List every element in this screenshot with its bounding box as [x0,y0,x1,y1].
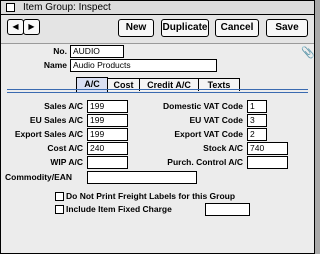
next-record-button[interactable]: ▶ [23,19,40,35]
domestic-vat-code-field[interactable]: 1 [247,100,267,113]
form-area: No. AUDIO Name Audio Products 📎 A/C Cost… [1,44,314,253]
stock-ac-field[interactable]: 740 [247,142,288,155]
name-field[interactable]: Audio Products [70,59,217,72]
cancel-button[interactable]: Cancel [215,19,259,37]
include-fixed-charge-label: Include Item Fixed Charge [66,204,172,214]
export-vat-code-field[interactable]: 2 [247,128,267,141]
item-group-window: Item Group: Inspect ◀ ▶ New Duplicate Ca… [0,0,315,254]
no-label: No. [53,46,67,56]
commodity-ean-label: Commodity/EAN [5,172,73,182]
fixed-charge-field[interactable] [205,203,250,216]
paperclip-icon[interactable]: 📎 [301,46,314,59]
tab-divider [7,89,308,90]
eu-sales-ac-field[interactable]: 199 [87,114,128,127]
export-sales-ac-label: Export Sales A/C [14,129,83,139]
sales-ac-field[interactable]: 199 [87,100,128,113]
arrow-right-icon: ▶ [28,22,35,31]
save-button[interactable]: Save [266,19,308,37]
no-freight-labels-checkbox[interactable] [55,192,64,201]
export-sales-ac-field[interactable]: 199 [87,128,128,141]
duplicate-button[interactable]: Duplicate [161,19,209,37]
cost-ac-field[interactable]: 240 [87,142,128,155]
domestic-vat-code-label: Domestic VAT Code [163,101,243,111]
new-button[interactable]: New [118,19,154,37]
cost-ac-label: Cost A/C [47,143,83,153]
no-freight-labels-label: Do Not Print Freight Labels for this Gro… [66,191,236,201]
window-title: Item Group: Inspect [23,2,111,13]
tab-divider [7,92,308,93]
sales-ac-label: Sales A/C [44,101,83,111]
export-vat-code-label: Export VAT Code [174,129,243,139]
toolbar: ◀ ▶ New Duplicate Cancel Save [1,15,314,44]
eu-vat-code-label: EU VAT Code [189,115,243,125]
name-label: Name [43,60,67,70]
close-box-icon[interactable] [6,3,15,12]
eu-sales-ac-label: EU Sales A/C [29,115,83,125]
eu-vat-code-field[interactable]: 3 [247,114,267,127]
commodity-ean-field[interactable] [87,171,197,184]
wip-ac-label: WIP A/C [50,157,83,167]
include-fixed-charge-checkbox[interactable] [55,205,64,214]
stock-ac-label: Stock A/C [203,143,243,153]
no-field[interactable]: AUDIO [70,45,124,58]
previous-record-button[interactable]: ◀ [7,19,24,35]
title-bar: Item Group: Inspect [1,1,314,15]
wip-ac-field[interactable] [87,156,128,169]
purch-control-ac-field[interactable] [247,156,288,169]
purch-control-ac-label: Purch. Control A/C [167,157,243,167]
arrow-left-icon: ◀ [12,22,19,31]
